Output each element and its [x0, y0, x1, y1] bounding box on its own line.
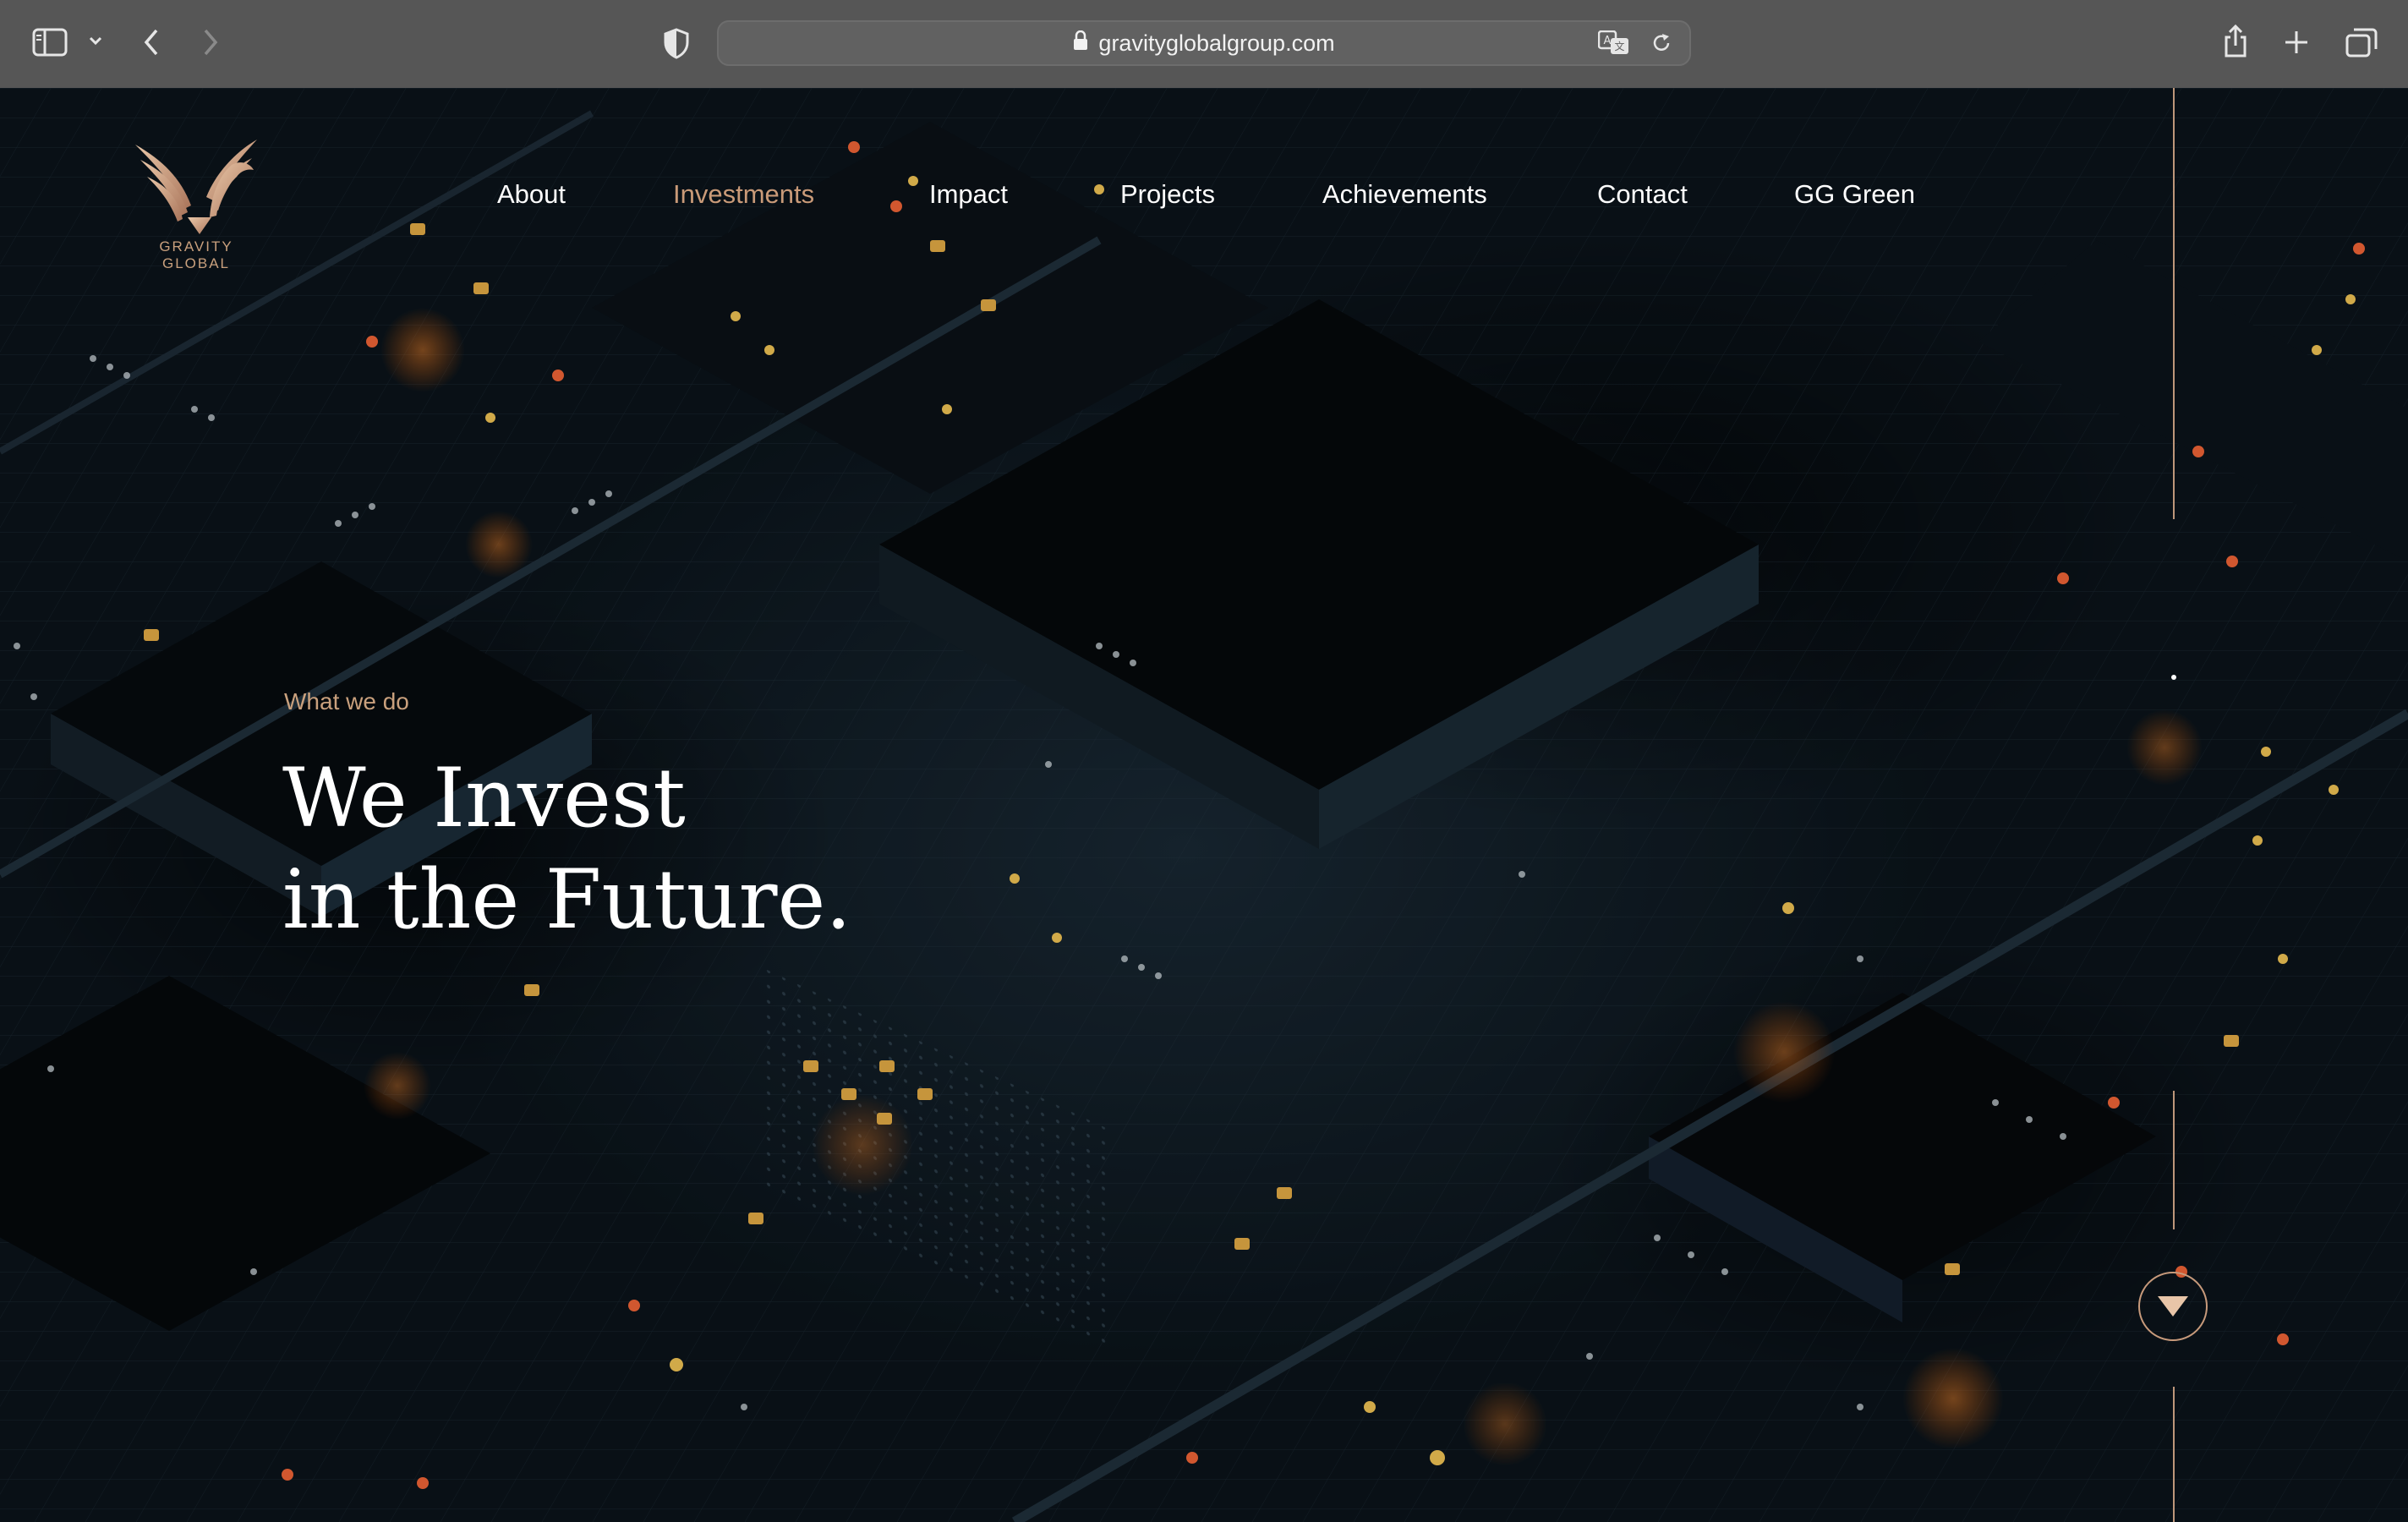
- forward-icon[interactable]: [201, 27, 220, 57]
- svg-text:文: 文: [1614, 40, 1624, 52]
- shield-icon[interactable]: [663, 27, 690, 59]
- logo-wordmark: GRAVITY GLOBAL: [159, 238, 233, 271]
- site-logo[interactable]: GRAVITY GLOBAL: [129, 134, 264, 271]
- reload-icon[interactable]: [1650, 32, 1672, 58]
- back-icon[interactable]: [142, 27, 161, 57]
- rail-line-middle: [2173, 1091, 2175, 1229]
- sidebar-icon[interactable]: [32, 27, 68, 57]
- eagle-logo-icon: [135, 140, 257, 234]
- rail-indicator-dot: [2171, 675, 2176, 680]
- nav-item-impact[interactable]: Impact: [929, 179, 1008, 210]
- translate-icon[interactable]: A文: [1597, 30, 1630, 60]
- url-text: gravityglobalgroup.com: [1098, 30, 1335, 56]
- rail-line-bottom: [2173, 1387, 2175, 1522]
- scroll-down-button[interactable]: [2138, 1272, 2208, 1341]
- browser-toolbar: gravityglobalgroup.com A文: [0, 0, 2408, 89]
- lock-icon: [1073, 30, 1088, 57]
- nav-item-investments[interactable]: Investments: [673, 179, 814, 210]
- nav-item-about[interactable]: About: [497, 179, 566, 210]
- tabs-icon[interactable]: [2345, 27, 2378, 57]
- nav-item-contact[interactable]: Contact: [1597, 179, 1688, 210]
- share-icon[interactable]: [2222, 24, 2249, 59]
- hero-section: GRAVITY GLOBAL About Investments Impact …: [0, 88, 2408, 1522]
- svg-text:A: A: [1604, 35, 1612, 47]
- hero-headline: We Invest in the Future.: [282, 747, 851, 950]
- address-bar[interactable]: gravityglobalgroup.com A文: [717, 20, 1691, 66]
- rail-line-top: [2173, 88, 2175, 519]
- plus-icon[interactable]: [2283, 29, 2310, 56]
- chevron-down-icon[interactable]: [88, 36, 103, 46]
- hero-headline-line-2: in the Future.: [282, 852, 851, 947]
- hero-headline-line-1: We Invest: [282, 751, 686, 846]
- nav-item-achievements[interactable]: Achievements: [1322, 179, 1487, 210]
- nav-item-gg-green[interactable]: GG Green: [1794, 179, 1915, 210]
- hero-eyebrow: What we do: [284, 688, 409, 714]
- nav-item-projects[interactable]: Projects: [1120, 179, 1215, 210]
- triangle-down-icon: [2158, 1296, 2188, 1317]
